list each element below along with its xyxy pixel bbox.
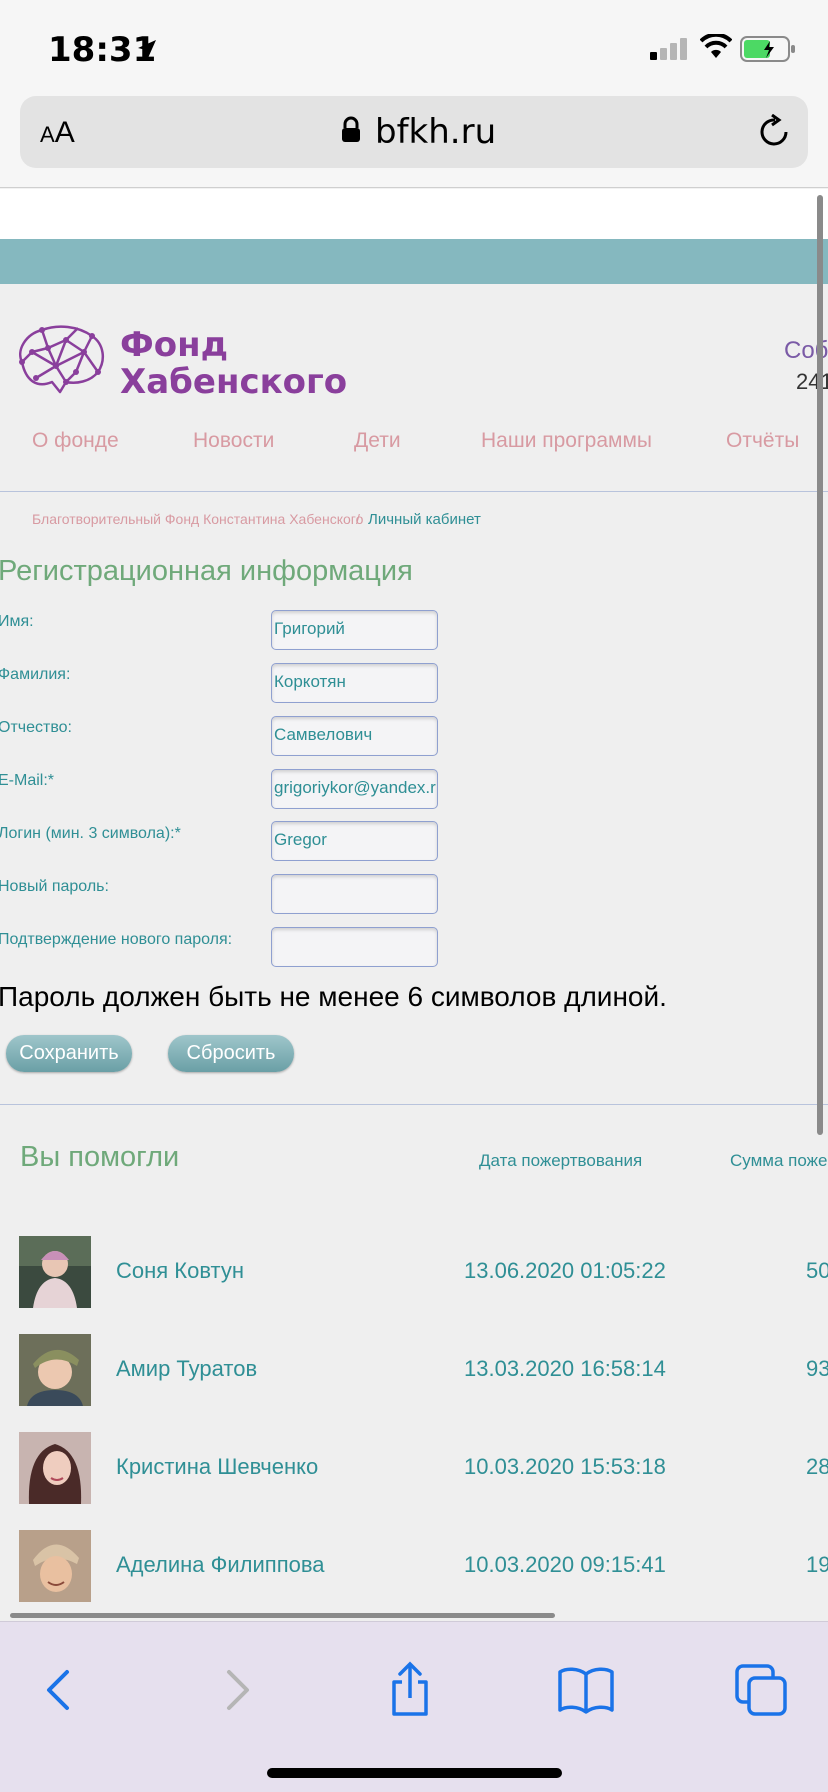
registration-title: Регистрационная информация bbox=[0, 555, 413, 587]
column-header-sum: Сумма поже bbox=[730, 1151, 828, 1170]
reader-text-size-button[interactable]: AA bbox=[40, 116, 75, 150]
back-icon[interactable] bbox=[31, 1660, 91, 1720]
first-name-input[interactable]: Григорий bbox=[271, 610, 438, 650]
donation-date: 10.03.2020 15:53:18 bbox=[464, 1454, 666, 1479]
divider bbox=[0, 1104, 828, 1105]
web-page: Фонд Хабенского Собр 241 О фонде Новости… bbox=[0, 189, 828, 1621]
status-bar: 18:31 bbox=[0, 0, 828, 90]
vertical-scrollbar[interactable] bbox=[817, 195, 823, 1135]
donation-sum: 50 bbox=[806, 1258, 828, 1283]
home-indicator[interactable] bbox=[267, 1768, 562, 1778]
login-input[interactable]: Gregor bbox=[271, 821, 438, 861]
brain-logo-icon[interactable] bbox=[12, 322, 108, 398]
nav-item-news[interactable]: Новости bbox=[193, 429, 274, 453]
child-name[interactable]: Амир Туратов bbox=[116, 1356, 257, 1382]
child-photo[interactable] bbox=[19, 1432, 91, 1504]
share-icon[interactable] bbox=[380, 1660, 440, 1720]
helped-title: Вы помогли bbox=[20, 1141, 180, 1173]
confirm-password-input[interactable] bbox=[271, 927, 438, 967]
donation-sum: 192 bbox=[806, 1552, 828, 1577]
lock-icon bbox=[342, 116, 360, 142]
donation-sum: 28( bbox=[806, 1454, 828, 1479]
breadcrumb-separator: / bbox=[356, 511, 360, 527]
donation-sum: 93. bbox=[806, 1356, 828, 1381]
donation-date: 10.03.2020 09:15:41 bbox=[464, 1552, 666, 1577]
horizontal-scrollbar[interactable] bbox=[10, 1613, 555, 1618]
last-name-input[interactable]: Коркотян bbox=[271, 663, 438, 703]
password-note: Пароль должен быть не менее 6 символов д… bbox=[0, 981, 667, 1012]
new-password-label: Новый пароль: bbox=[0, 878, 109, 895]
email-input[interactable]: grigoriykor@yandex.r bbox=[271, 769, 438, 809]
url-text[interactable]: bfkh.ru bbox=[375, 112, 496, 152]
login-label: Логин (мин. 3 символа):* bbox=[0, 825, 181, 842]
child-photo[interactable] bbox=[19, 1236, 91, 1308]
donation-date: 13.03.2020 16:58:14 bbox=[464, 1356, 666, 1381]
email-label: E-Mail:* bbox=[0, 772, 55, 789]
child-photo[interactable] bbox=[19, 1530, 91, 1602]
nav-item-programs[interactable]: Наши программы bbox=[481, 429, 652, 453]
browser-address-area: AA bfkh.ru bbox=[0, 90, 828, 188]
divider bbox=[0, 491, 828, 492]
child-photo[interactable] bbox=[19, 1334, 91, 1406]
donation-date: 13.06.2020 01:05:22 bbox=[464, 1258, 666, 1283]
child-name[interactable]: Кристина Шевченко bbox=[116, 1454, 318, 1480]
reload-icon[interactable] bbox=[758, 114, 792, 150]
header-right-number: 241 bbox=[796, 369, 828, 394]
nav-item-about[interactable]: О фонде bbox=[32, 429, 119, 453]
patronymic-label: Отчество: bbox=[0, 719, 72, 736]
address-bar[interactable]: AA bfkh.ru bbox=[20, 96, 808, 168]
nav-item-reports[interactable]: Отчёты bbox=[726, 429, 799, 453]
last-name-label: Фамилия: bbox=[0, 666, 71, 683]
top-white-band bbox=[0, 189, 828, 239]
tabs-icon[interactable] bbox=[731, 1660, 791, 1720]
wifi-icon bbox=[700, 34, 732, 58]
breadcrumb-home[interactable]: Благотворительный Фонд Константина Хабен… bbox=[32, 511, 363, 527]
location-arrow-icon bbox=[138, 40, 156, 58]
reset-button[interactable]: Сбросить bbox=[168, 1035, 294, 1072]
forward-icon[interactable] bbox=[205, 1660, 265, 1720]
save-button[interactable]: Сохранить bbox=[6, 1035, 132, 1072]
browser-toolbar bbox=[0, 1621, 828, 1792]
new-password-input[interactable] bbox=[271, 874, 438, 914]
column-header-date: Дата пожертвования bbox=[479, 1151, 643, 1170]
child-name[interactable]: Аделина Филиппова bbox=[116, 1552, 325, 1578]
logo-text[interactable]: Фонд Хабенского bbox=[120, 327, 347, 401]
confirm-password-label: Подтверждение нового пароля: bbox=[0, 931, 233, 948]
main-nav: О фонде Новости Дети Наши программы Отчё… bbox=[0, 429, 828, 469]
child-name[interactable]: Соня Ковтун bbox=[116, 1258, 244, 1284]
nav-item-children[interactable]: Дети bbox=[354, 429, 401, 453]
first-name-label: Имя: bbox=[0, 613, 34, 630]
patronymic-input[interactable]: Самвелович bbox=[271, 716, 438, 756]
bookmarks-icon[interactable] bbox=[556, 1660, 616, 1720]
breadcrumb-current: Личный кабинет bbox=[368, 511, 481, 528]
battery-icon bbox=[740, 36, 795, 62]
top-teal-band bbox=[0, 239, 828, 284]
cellular-signal-icon bbox=[650, 38, 687, 60]
